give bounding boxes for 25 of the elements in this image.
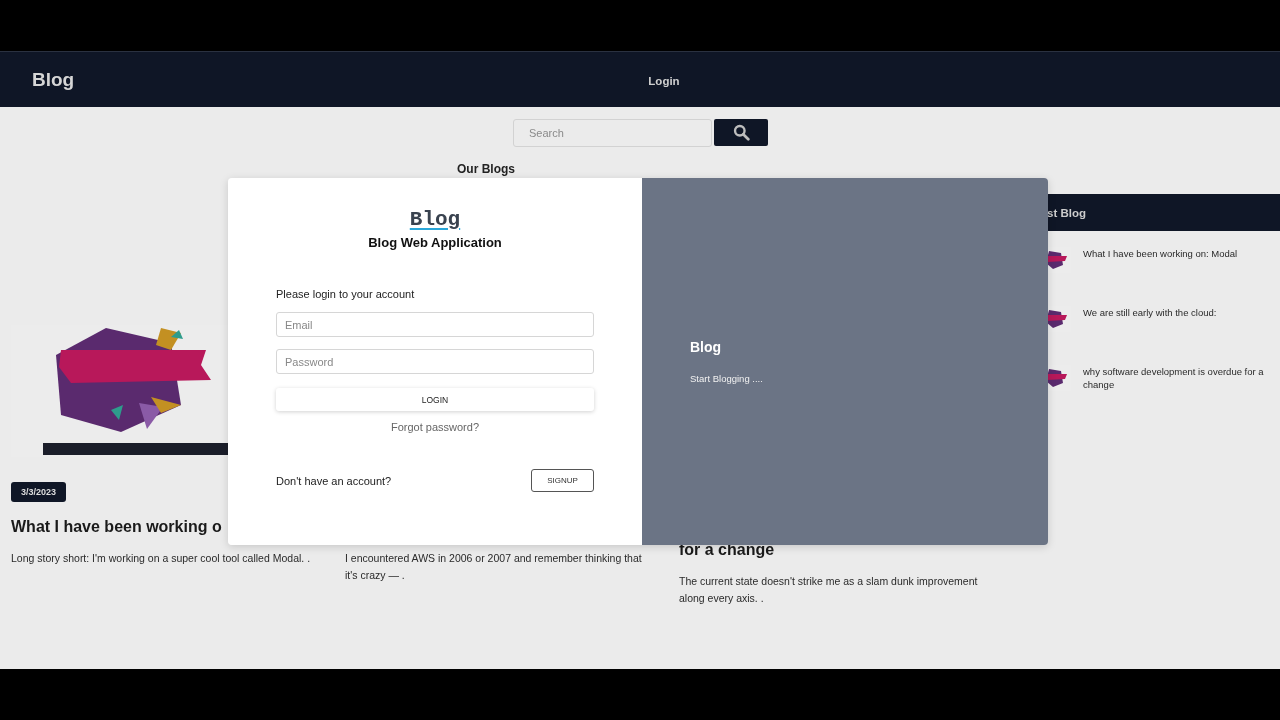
date-badge: 3/3/2023 <box>11 482 67 502</box>
signup-prompt: Don't have an account? <box>276 474 392 487</box>
modal-logo: Blog <box>409 208 461 231</box>
sidebar-title: st Blog <box>1047 206 1086 219</box>
promo-text: Start Blogging .... <box>690 373 764 384</box>
post-excerpt: I encountered AWS in 2006 or 2007 and remember thinking that it's crazy — . <box>345 551 643 583</box>
search-field[interactable]: Search <box>513 119 712 147</box>
search-icon <box>732 124 750 141</box>
input-field[interactable]: Password <box>276 349 594 374</box>
sidebar-post-link[interactable]: What I have been working on: Modal <box>1083 247 1252 260</box>
sidebar-post-link[interactable]: why software development is overdue for a change <box>1083 365 1280 391</box>
promo-title: Blog <box>690 339 723 355</box>
post-excerpt: Long story short: I'm working on a super cool tool called Modal. . <box>11 551 312 566</box>
login-link[interactable]: Login <box>648 74 680 87</box>
post-excerpt: The current state doesn't strike me as a slam dunk improvement along every axis. . <box>679 574 979 606</box>
modal-subtitle: Blog Web Application <box>368 235 502 250</box>
login-button[interactable]: LOGIN <box>276 388 594 411</box>
sidebar-post-link[interactable]: We are still early with the cloud: <box>1083 306 1231 319</box>
search-button[interactable] <box>714 119 768 146</box>
forgot-password-link[interactable]: Forgot password? <box>390 421 479 433</box>
section-heading: Our Blogs <box>456 162 516 176</box>
signup-button[interactable]: SIGNUP <box>531 469 594 492</box>
login-prompt: Please login to your account <box>276 288 415 300</box>
brand-logo[interactable]: Blog <box>32 68 75 91</box>
input-field[interactable]: Email <box>276 312 594 337</box>
